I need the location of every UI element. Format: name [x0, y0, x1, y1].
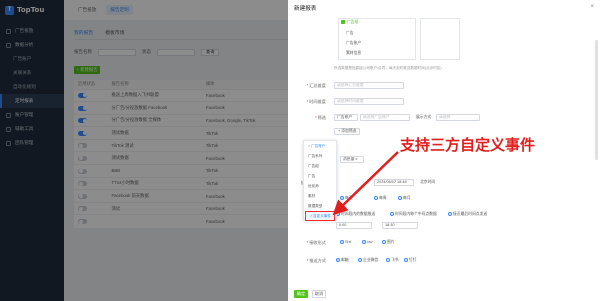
- media-option[interactable]: 素材信息: [346, 51, 361, 56]
- field-label: *接收形式: [306, 240, 326, 245]
- freq-daily-radio[interactable]: 每天: [340, 196, 353, 201]
- radio-icon: [398, 196, 402, 200]
- annotation-text: 支持三方自定义事件: [400, 136, 536, 154]
- field-label: *筛选: [314, 115, 326, 120]
- dropdown-item[interactable]: 广告系列: [304, 151, 336, 161]
- radio-icon: [340, 196, 344, 200]
- drawer-title: 新建报表: [294, 6, 317, 12]
- radio-icon: [404, 258, 408, 262]
- radio-icon: [448, 212, 452, 216]
- dropdown-item-custom-event[interactable]: ✓ 自定义事件: [305, 211, 335, 221]
- freq-monthly-radio[interactable]: 每月: [398, 196, 411, 201]
- range-option-3[interactable]: 接近最后时间点发送: [448, 212, 487, 217]
- radio-icon: [374, 196, 378, 200]
- dropdown-item[interactable]: ✓ 广告账户: [304, 141, 336, 151]
- exec-time-input[interactable]: 2024/06/07 18:48: [374, 179, 414, 186]
- range-option-2[interactable]: 时间段内每个中间点数据: [390, 212, 437, 217]
- radio-icon: [340, 240, 344, 244]
- field-label: *时间维度: [306, 99, 326, 104]
- close-icon[interactable]: ×: [590, 4, 594, 10]
- channel-wecom-radio[interactable]: 企业微信: [358, 258, 378, 263]
- exec-timezone: 北京时间: [420, 180, 436, 184]
- dropdown-item[interactable]: 广告: [304, 171, 336, 181]
- push-csv-radio[interactable]: csv: [362, 240, 373, 244]
- channel-email-radio[interactable]: 邮箱: [336, 258, 349, 263]
- field-label: *推送方式: [306, 258, 326, 263]
- time-from-input[interactable]: 0:00: [336, 222, 372, 229]
- radio-icon: [386, 258, 390, 262]
- media-option[interactable]: 广告: [346, 31, 354, 36]
- metric-dimension-dropdown: ✓ 广告账户 广告系列 广告组 广告 优化师 素材 数据类型 ✓ 自定义事件: [303, 140, 337, 221]
- channel-dingtalk-radio[interactable]: 钉钉: [404, 258, 417, 263]
- filter-extra-select[interactable]: 请选择: [436, 114, 480, 121]
- metric-tag[interactable]: 消息量 x: [340, 156, 364, 163]
- radio-icon: [362, 240, 366, 244]
- filter-extra-label: 展示方式: [416, 115, 432, 119]
- push-image-radio[interactable]: 图片: [382, 240, 395, 245]
- checkbox-icon: [341, 20, 345, 24]
- radio-icon: [336, 258, 340, 262]
- scrollbar[interactable]: [595, 40, 598, 160]
- filter-field-select[interactable]: 广告账户: [334, 114, 358, 121]
- radio-icon: [390, 212, 394, 216]
- time-dimension-select[interactable]: 请选择时间维度: [334, 98, 404, 105]
- dropdown-item[interactable]: 广告组: [304, 161, 336, 171]
- add-filter-button[interactable]: + 添加筛选: [334, 128, 361, 135]
- channel-feishu-radio[interactable]: 飞书: [386, 258, 399, 263]
- dropdown-item[interactable]: 素材: [304, 191, 336, 201]
- dropdown-item[interactable]: 优化师: [304, 181, 336, 191]
- radio-icon: [358, 258, 362, 262]
- push-sht-radio[interactable]: Sht: [340, 240, 351, 244]
- media-options-preview: [420, 18, 460, 60]
- filter-value-input[interactable]: 请选择广告账户: [360, 114, 410, 121]
- media-option[interactable]: 广告账户: [346, 41, 361, 46]
- confirm-button[interactable]: 确定: [294, 290, 308, 298]
- radio-icon: [382, 240, 386, 244]
- media-option[interactable]: 广告组: [341, 20, 358, 25]
- tag-close-icon: x: [355, 157, 358, 161]
- range-option-1[interactable]: 时间段内的数据推送: [336, 212, 375, 217]
- summary-dimension-select[interactable]: 请选择汇总维度: [334, 82, 404, 89]
- freq-weekly-radio[interactable]: 每周: [374, 196, 387, 201]
- dropdown-item[interactable]: 数据类型: [304, 201, 336, 211]
- time-to-input[interactable]: 18:30: [382, 222, 418, 229]
- cancel-button[interactable]: 取消: [312, 290, 326, 298]
- hint-text: 所选数据是指直接公司账户/合同，每天定时推送数据时间(北京时区): [334, 66, 442, 70]
- field-label: *汇总维度: [306, 83, 326, 88]
